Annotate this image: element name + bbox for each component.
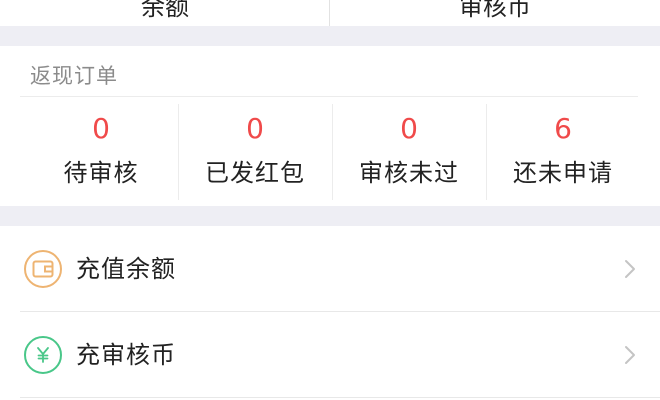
stat-count: 0 bbox=[400, 112, 418, 145]
divider bbox=[20, 397, 660, 398]
stat-label: 已发红包 bbox=[205, 159, 305, 187]
stat-count: 6 bbox=[554, 112, 572, 145]
recharge-review-coin-label: 充审核币 bbox=[76, 341, 176, 369]
recharge-review-coin-item[interactable]: 充审核币 bbox=[0, 312, 660, 398]
stat-red-packet-sent[interactable]: 0 已发红包 bbox=[178, 104, 332, 200]
review-coin-cell[interactable]: 审核币 bbox=[330, 0, 660, 26]
chevron-right-icon bbox=[625, 346, 635, 364]
section-divider bbox=[0, 26, 660, 46]
stat-count: 0 bbox=[92, 112, 110, 145]
balance-label: 余额 bbox=[141, 0, 189, 21]
rebate-orders-title: 返现订单 bbox=[30, 64, 118, 88]
stat-label: 审核未过 bbox=[359, 159, 459, 187]
order-stats: 0 待审核 0 已发红包 0 审核未过 6 还未申请 bbox=[24, 104, 640, 200]
chevron-right-icon bbox=[625, 260, 635, 278]
stat-label: 还未申请 bbox=[513, 159, 613, 187]
stat-pending-review[interactable]: 0 待审核 bbox=[24, 104, 178, 200]
balance-bar: 余额 审核币 bbox=[0, 0, 660, 26]
yen-coin-icon bbox=[24, 336, 62, 374]
divider bbox=[20, 96, 638, 97]
stat-not-applied[interactable]: 6 还未申请 bbox=[486, 104, 640, 200]
account-page: 余额 审核币 返现订单 0 待审核 0 已发红包 0 审核未过 6 还未申请 充… bbox=[0, 0, 660, 400]
stat-review-rejected[interactable]: 0 审核未过 bbox=[332, 104, 486, 200]
stat-count: 0 bbox=[246, 112, 264, 145]
stat-label: 待审核 bbox=[63, 159, 139, 187]
review-coin-label: 审核币 bbox=[459, 0, 531, 21]
section-divider bbox=[0, 206, 660, 226]
balance-cell[interactable]: 余额 bbox=[0, 0, 330, 26]
recharge-balance-label: 充值余额 bbox=[76, 255, 176, 283]
recharge-balance-item[interactable]: 充值余额 bbox=[0, 226, 660, 312]
wallet-icon bbox=[24, 250, 62, 288]
